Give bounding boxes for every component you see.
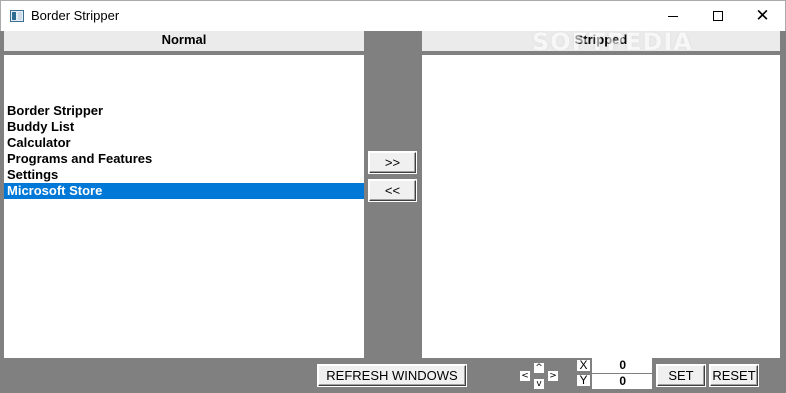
nudge-down-button[interactable]: v [533, 378, 545, 390]
close-button[interactable]: ✕ [740, 1, 785, 31]
x-coordinate-label: X [576, 359, 591, 372]
stripped-list-header: Stripped [422, 31, 780, 53]
maximize-button[interactable] [695, 1, 740, 31]
list-item[interactable]: Programs and Features [4, 151, 364, 167]
minimize-button[interactable] [650, 1, 695, 31]
window-title: Border Stripper [31, 8, 120, 23]
list-item[interactable]: Settings [4, 167, 364, 183]
reset-button[interactable]: RESET [710, 365, 758, 386]
move-to-normal-button[interactable]: << [369, 180, 416, 201]
set-button[interactable]: SET [657, 365, 705, 386]
nudge-up-button[interactable]: ^ [533, 362, 545, 374]
title-bar: Border Stripper ✕ [0, 0, 786, 31]
list-item[interactable]: Microsoft Store [4, 183, 364, 199]
nudge-left-button[interactable]: < [519, 370, 531, 382]
list-item[interactable]: Buddy List [4, 119, 364, 135]
normal-list-header: Normal [4, 31, 364, 53]
move-to-stripped-button[interactable]: >> [369, 152, 416, 173]
app-icon [10, 10, 24, 22]
y-coordinate-label: Y [576, 374, 591, 387]
maximize-icon [712, 11, 723, 21]
y-coordinate-value[interactable]: 0 [592, 374, 652, 389]
x-coordinate-value[interactable]: 0 [592, 358, 652, 373]
nudge-right-button[interactable]: > [547, 370, 559, 382]
list-item[interactable]: Calculator [4, 135, 364, 151]
minimize-icon [667, 15, 678, 17]
normal-window-list[interactable]: Border Stripper Buddy List Calculator Progr… [4, 55, 364, 358]
stripped-window-list[interactable] [422, 55, 780, 358]
close-icon: ✕ [755, 5, 770, 26]
list-item[interactable]: Border Stripper [4, 103, 364, 119]
refresh-windows-button[interactable]: REFRESH WINDOWS [318, 365, 466, 386]
